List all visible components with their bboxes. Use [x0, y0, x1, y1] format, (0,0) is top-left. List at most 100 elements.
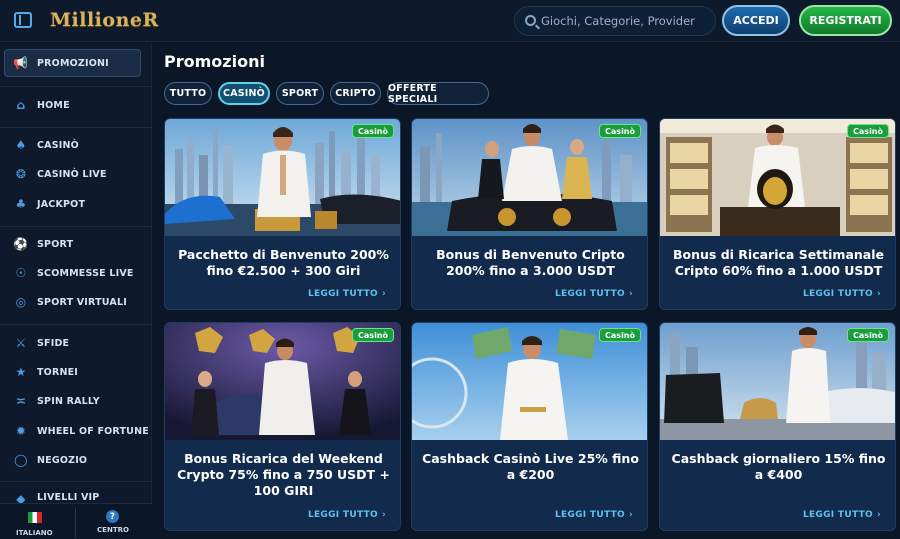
top-header: MillioneR ACCEDI REGISTRATI [0, 0, 900, 42]
sidebar-footer: ITALIANO ? CENTRO [0, 503, 152, 539]
read-more-label: LEGGI TUTTO [802, 289, 873, 299]
chevron-right-icon: › [381, 510, 386, 520]
sidebar-item-casino[interactable]: ♠ CASINÒ [0, 131, 152, 159]
promo-title: Cashback Casinò Live 25% fino a €200 [422, 451, 639, 482]
category-badge: Casinò [599, 328, 641, 342]
sidebar-item-label: SPIN RALLY [37, 395, 100, 407]
promo-card[interactable]: Casinò Bonus Ricarica del Weekend Crypto… [164, 322, 401, 531]
search-input[interactable] [541, 11, 711, 31]
sidebar-item-label: CASINÒ LIVE [37, 168, 107, 180]
category-badge: Casinò [352, 328, 394, 342]
language-label[interactable]: ITALIANO [16, 529, 53, 537]
sidebar-item-wheel-of-fortune[interactable]: ✹ WHEEL OF FORTUNE [0, 417, 152, 445]
sidebar-item-label: HOME [37, 99, 70, 111]
read-more-link[interactable]: LEGGI TUTTO › [555, 289, 633, 299]
tab-cripto[interactable]: CRIPTO [330, 82, 381, 105]
promo-card[interactable]: Casinò Bonus di Benvenuto Cripto 200% fi… [411, 118, 648, 310]
read-more-label: LEGGI TUTTO [554, 510, 625, 520]
read-more-link[interactable]: LEGGI TUTTO › [308, 510, 386, 520]
home-icon: ⌂ [16, 98, 26, 112]
promo-card[interactable]: Casinò Pacchetto di Benvenuto 200% fino … [164, 118, 401, 310]
sidebar: 📢 PROMOZIONI ⌂ HOME ♠ CASINÒ ❂ CASINÒ LI… [0, 43, 152, 539]
sidebar-divider [0, 481, 152, 482]
sidebar-item-label: JACKPOT [37, 198, 86, 210]
promo-title: Cashback giornaliero 15% fino a €400 [671, 451, 886, 482]
brand-logo[interactable]: MillioneR [50, 9, 159, 31]
sidebar-item-sfide[interactable]: ⚔ SFIDE [0, 329, 152, 357]
read-more-link[interactable]: LEGGI TUTTO › [308, 289, 386, 299]
sidebar-item-label: SCOMMESSE LIVE [37, 267, 134, 279]
megaphone-icon: 📢 [13, 56, 29, 70]
read-more-link[interactable]: LEGGI TUTTO › [803, 289, 881, 299]
medal-icon: ★ [15, 365, 27, 379]
help-icon[interactable]: ? [106, 510, 119, 523]
chevron-right-icon: › [381, 289, 386, 299]
footer-divider [75, 508, 76, 538]
promo-title: Pacchetto di Benvenuto 200% fino €2.500 … [178, 247, 389, 278]
spade-icon: ♠ [15, 138, 27, 152]
sidebar-item-scommesse-live[interactable]: ☉ SCOMMESSE LIVE [0, 259, 152, 287]
read-more-label: LEGGI TUTTO [802, 510, 873, 520]
sidebar-divider [0, 86, 152, 87]
sidebar-item-tornei[interactable]: ★ TORNEI [0, 358, 152, 386]
sidebar-item-spin-rally[interactable]: ≍ SPIN RALLY [0, 387, 152, 415]
sidebar-item-label: SFIDE [37, 337, 70, 349]
chevron-right-icon: › [876, 510, 881, 520]
sidebar-item-sport[interactable]: ⚽ SPORT [0, 230, 152, 258]
category-badge: Casinò [352, 124, 394, 138]
italian-flag-icon[interactable] [28, 512, 42, 523]
promo-card[interactable]: Casinò Bonus di Ricarica Settimanale Cri… [659, 118, 896, 310]
sidebar-divider [0, 127, 152, 128]
clover-icon: ♣ [15, 197, 27, 211]
chevron-right-icon: › [628, 510, 633, 520]
wheel-icon: ✹ [15, 424, 27, 438]
sidebar-item-label: PROMOZIONI [37, 57, 109, 69]
sidebar-item-label: WHEEL OF FORTUNE [37, 425, 149, 437]
page-title: Promozioni [164, 52, 265, 71]
chevron-right-icon: › [628, 289, 633, 299]
read-more-link[interactable]: LEGGI TUTTO › [803, 510, 881, 520]
login-button[interactable]: ACCEDI [722, 5, 790, 36]
read-more-link[interactable]: LEGGI TUTTO › [555, 510, 633, 520]
read-more-label: LEGGI TUTTO [554, 289, 625, 299]
soccer-ball-icon: ⚽ [13, 237, 29, 251]
coin-icon: ☉ [15, 266, 27, 280]
search-box[interactable] [514, 6, 716, 36]
category-badge: Casinò [847, 124, 889, 138]
sidebar-item-label: SPORT [37, 238, 74, 250]
basket-icon: ◯ [14, 453, 28, 467]
sidebar-divider [0, 324, 152, 325]
sidebar-item-casino-live[interactable]: ❂ CASINÒ LIVE [0, 160, 152, 188]
tab-tutto[interactable]: TUTTO [164, 82, 212, 105]
promo-card[interactable]: Casinò Cashback giornaliero 15% fino a €… [659, 322, 896, 531]
promo-title: Bonus di Ricarica Settimanale Cripto 60%… [673, 247, 884, 278]
promo-card[interactable]: Casinò Cashback Casinò Live 25% fino a €… [411, 322, 648, 531]
promo-title: Bonus Ricarica del Weekend Crypto 75% fi… [177, 451, 390, 498]
tab-casino[interactable]: CASINÒ [218, 82, 270, 105]
category-badge: Casinò [847, 328, 889, 342]
promo-title: Bonus di Benvenuto Cripto 200% fino a 3.… [436, 247, 625, 278]
rally-icon: ≍ [15, 394, 27, 408]
help-center-label[interactable]: CENTRO [90, 526, 136, 534]
sidebar-item-label: TORNEI [37, 366, 79, 378]
sidebar-item-label: LIVELLI VIP [37, 492, 100, 503]
chip-icon: ❂ [15, 167, 27, 181]
search-icon [525, 15, 536, 26]
read-more-label: LEGGI TUTTO [307, 510, 378, 520]
sidebar-item-label: SPORT VIRTUALI [37, 296, 127, 308]
tab-sport[interactable]: SPORT [276, 82, 324, 105]
sidebar-item-sport-virtuali[interactable]: ◎ SPORT VIRTUALI [0, 288, 152, 316]
sidebar-item-promozioni[interactable]: 📢 PROMOZIONI [4, 49, 141, 77]
tab-offerte-speciali[interactable]: OFFERTE SPECIALI [387, 82, 489, 105]
sidebar-toggle-icon[interactable] [14, 12, 32, 28]
sidebar-item-home[interactable]: ⌂ HOME [0, 91, 152, 119]
category-badge: Casinò [599, 124, 641, 138]
sidebar-item-label: CASINÒ [37, 139, 79, 151]
target-icon: ◎ [15, 295, 27, 309]
register-button[interactable]: REGISTRATI [799, 5, 892, 36]
read-more-label: LEGGI TUTTO [307, 289, 378, 299]
chevron-right-icon: › [876, 289, 881, 299]
sidebar-item-jackpot[interactable]: ♣ JACKPOT [0, 190, 152, 218]
sidebar-item-negozio[interactable]: ◯ NEGOZIO [0, 446, 152, 474]
sidebar-item-label: NEGOZIO [37, 454, 88, 466]
